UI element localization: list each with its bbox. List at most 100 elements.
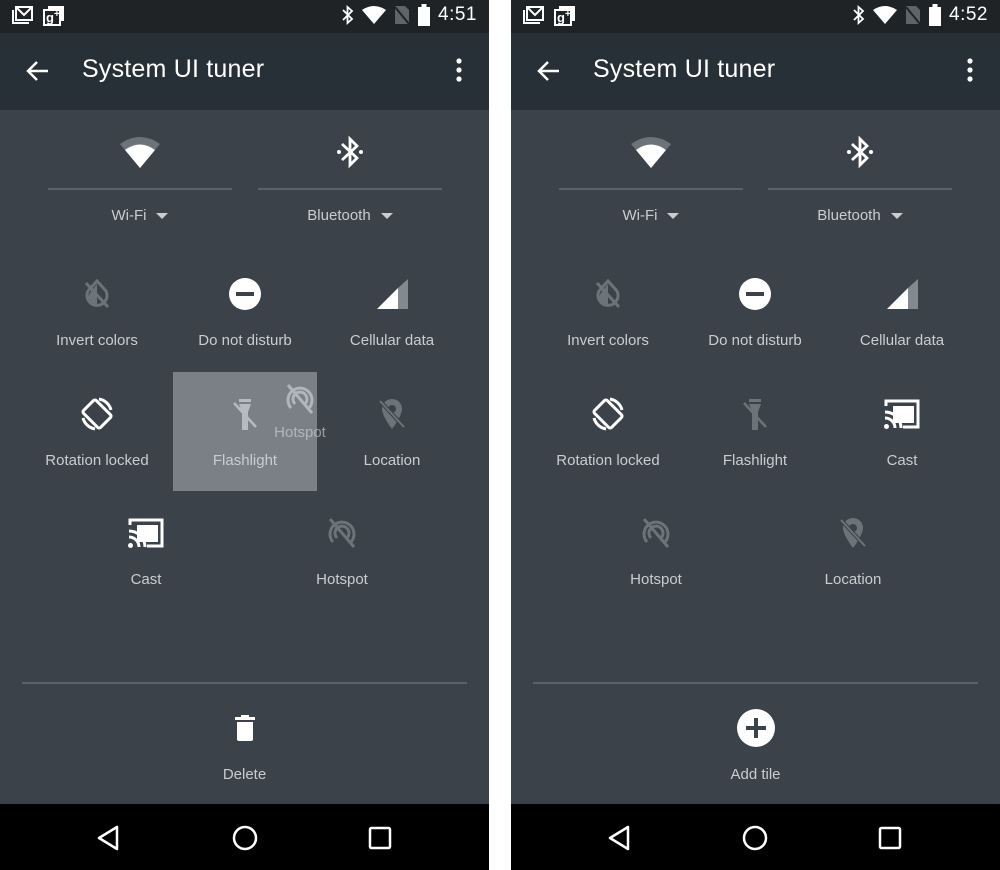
no-sim-icon — [394, 5, 410, 25]
dropdown-arrow-icon[interactable] — [380, 212, 393, 219]
more-vert-icon — [456, 58, 462, 82]
tile-label: Flashlight — [722, 452, 788, 469]
tile-label: Hotspot — [630, 571, 682, 588]
tile-label: Cellular data — [859, 332, 945, 349]
tile-hotspot[interactable]: Hotspot — [268, 515, 416, 588]
nav-back-button[interactable] — [604, 822, 636, 854]
section-divider — [533, 682, 978, 684]
app-toolbar: System UI tuner — [511, 33, 1000, 110]
tile-wifi[interactable]: Wi-Fi — [559, 132, 743, 224]
battery-icon — [929, 4, 942, 26]
tile-flashlight[interactable]: Flashlight — [681, 396, 829, 469]
svg-text:g: g — [557, 10, 565, 25]
dropdown-arrow-icon[interactable] — [890, 212, 903, 219]
more-vert-icon — [967, 58, 973, 82]
tile-location[interactable]: Location — [318, 396, 466, 469]
navigation-bar — [511, 804, 1000, 870]
tile-rotation-locked[interactable]: Rotation locked — [534, 396, 682, 469]
nav-recents-icon — [878, 826, 902, 850]
location-off-icon — [376, 397, 408, 436]
nav-home-button[interactable] — [739, 822, 771, 854]
tile-label: Cellular data — [349, 332, 435, 349]
dropdown-arrow-icon[interactable] — [667, 212, 680, 219]
tile-do-not-disturb[interactable]: Do not disturb — [171, 276, 319, 349]
screen-rotation-icon — [77, 394, 117, 439]
divider — [48, 188, 232, 190]
add-tile-button[interactable]: Add tile — [511, 708, 1000, 783]
screen-rotation-icon — [588, 394, 628, 439]
tile-cast[interactable]: Cast — [72, 515, 220, 588]
tile-label: Hotspot — [316, 571, 368, 588]
tile-label: Do not disturb — [198, 332, 292, 349]
tile-location[interactable]: Location — [779, 515, 927, 588]
gmail-icon — [523, 5, 545, 27]
status-bar: g + 4:51 — [0, 0, 489, 33]
tile-label: Invert colors — [56, 332, 138, 349]
hotspot-off-icon — [639, 516, 673, 555]
tile-invert-colors[interactable]: Invert colors — [534, 276, 682, 349]
back-button[interactable] — [533, 55, 565, 87]
tile-label: Location — [363, 452, 421, 469]
do-not-disturb-icon — [738, 277, 772, 316]
svg-text:g: g — [46, 10, 54, 25]
back-button[interactable] — [22, 55, 54, 87]
status-time: 4:51 — [438, 4, 477, 25]
tile-invert-colors[interactable]: Invert colors — [23, 276, 171, 349]
page-title: System UI tuner — [82, 55, 265, 83]
cast-icon — [127, 517, 165, 554]
tile-label: Bluetooth — [817, 207, 881, 224]
navigation-bar — [0, 804, 489, 870]
hotspot-off-icon — [325, 516, 359, 555]
app-toolbar: System UI tuner — [0, 33, 489, 110]
tile-do-not-disturb[interactable]: Do not disturb — [681, 276, 829, 349]
phone-screen-left: g + 4:51 System UI tuner Wi-Fi Bluetooth… — [0, 0, 489, 870]
divider — [768, 188, 952, 190]
more-options-button[interactable] — [958, 55, 982, 87]
tile-rotation-locked[interactable]: Rotation locked — [23, 396, 171, 469]
cellular-signal-icon — [375, 278, 409, 315]
tile-label: Flashlight — [212, 452, 278, 469]
tile-bluetooth[interactable]: Bluetooth — [768, 132, 952, 224]
tile-cast[interactable]: Cast — [828, 396, 976, 469]
divider — [258, 188, 442, 190]
nav-back-icon — [97, 825, 119, 851]
nav-home-button[interactable] — [229, 822, 261, 854]
nav-recents-button[interactable] — [364, 822, 396, 854]
nav-back-button[interactable] — [93, 822, 125, 854]
nav-home-icon — [232, 825, 258, 851]
tile-editor: Wi-Fi Bluetooth Invert colors Do not dis… — [0, 110, 489, 804]
phone-screen-right: g + 4:52 System UI tuner Wi-Fi Bluetooth… — [511, 0, 1000, 870]
delete-label: Delete — [222, 766, 267, 783]
nav-back-icon — [608, 825, 630, 851]
tile-label: Location — [824, 571, 882, 588]
nav-home-icon — [742, 825, 768, 851]
wifi-icon — [631, 136, 671, 173]
tile-bluetooth[interactable]: Bluetooth — [258, 132, 442, 224]
flashlight-off-icon — [230, 397, 260, 436]
tile-hotspot[interactable]: Hotspot — [582, 515, 730, 588]
tile-label: Do not disturb — [708, 332, 802, 349]
tile-label: Rotation locked — [45, 452, 149, 469]
dropdown-arrow-icon[interactable] — [156, 212, 169, 219]
tile-label: Cast — [130, 571, 162, 588]
delete-icon — [234, 714, 256, 747]
nav-recents-button[interactable] — [874, 822, 906, 854]
wifi-icon — [873, 6, 898, 24]
arrow-back-icon — [537, 61, 559, 81]
section-divider — [22, 682, 467, 684]
cellular-signal-icon — [885, 278, 919, 315]
delete-drop-zone[interactable]: Delete — [0, 710, 489, 783]
status-time: 4:52 — [949, 4, 988, 25]
tile-wifi[interactable]: Wi-Fi — [48, 132, 232, 224]
tile-label: Wi-Fi — [111, 207, 147, 224]
tile-cellular-data[interactable]: Cellular data — [318, 276, 466, 349]
location-off-icon — [837, 516, 869, 555]
arrow-back-icon — [26, 61, 48, 81]
more-options-button[interactable] — [447, 55, 471, 87]
bluetooth-icon — [853, 5, 865, 25]
no-sim-icon — [905, 5, 921, 25]
tile-editor: Wi-Fi Bluetooth Invert colors Do not dis… — [511, 110, 1000, 804]
tile-cellular-data[interactable]: Cellular data — [828, 276, 976, 349]
gmail-icon — [12, 5, 34, 27]
bluetooth-icon — [334, 135, 366, 174]
